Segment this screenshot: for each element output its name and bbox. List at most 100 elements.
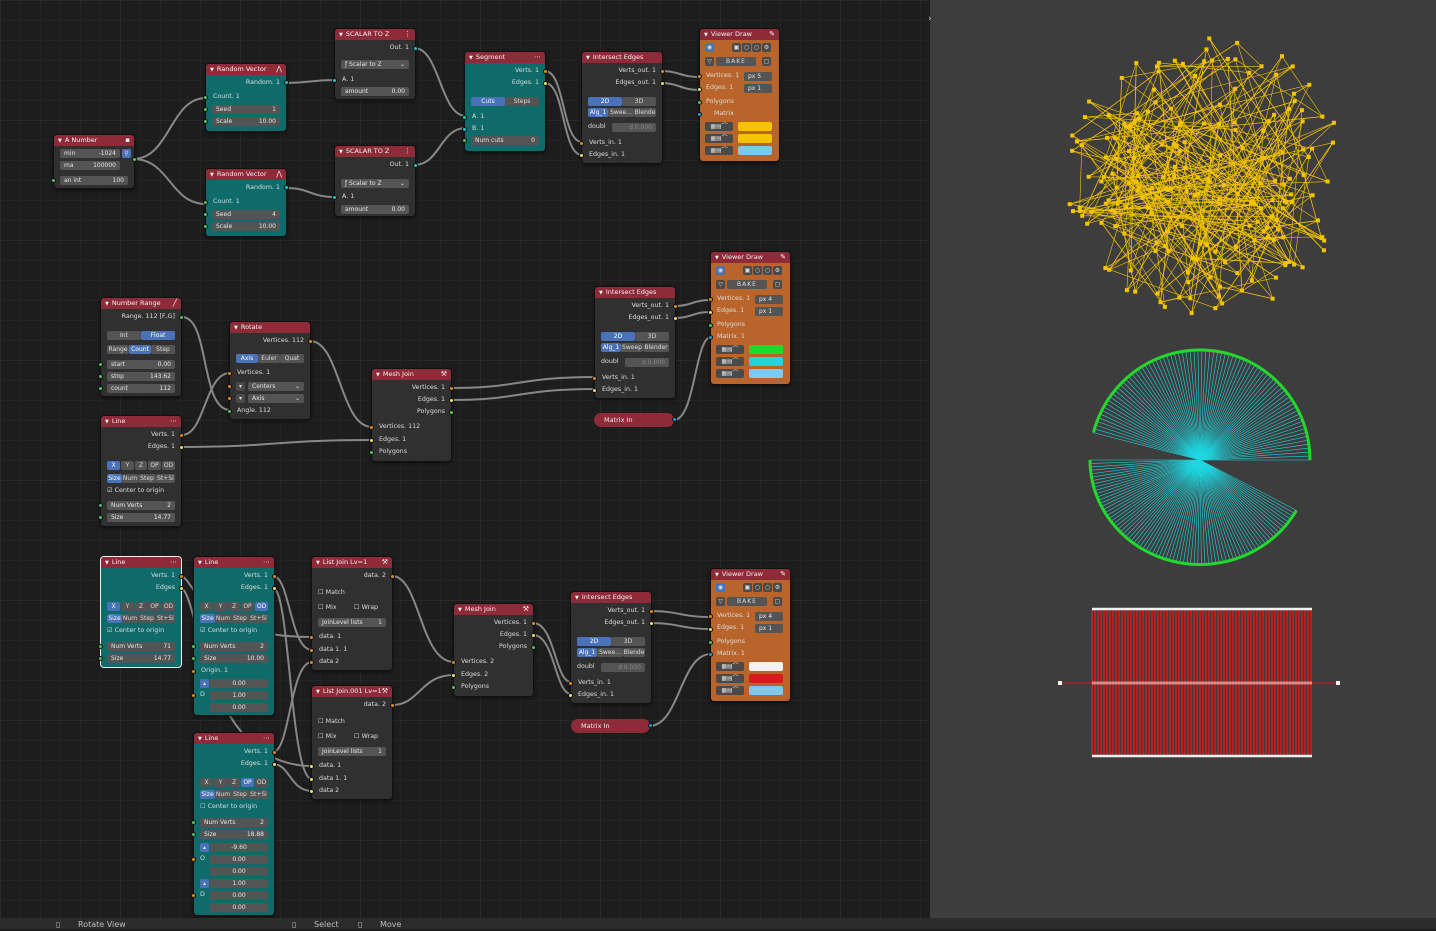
input-socket[interactable] [191,832,196,837]
eye-icon[interactable]: ◉ [716,583,725,592]
list-join-node[interactable]: ▼List Join.001 Lv=1⚒ data. 2 ☐ Match ☐ M… [312,686,392,799]
input-socket[interactable] [191,893,196,898]
size-toggle[interactable]: Size [200,614,215,623]
mode-2d-toggle[interactable]: 2D [588,97,622,106]
input-socket[interactable] [203,212,208,217]
direction-y-field[interactable]: 0.00 [210,703,268,712]
input-socket[interactable] [51,178,56,183]
input-socket[interactable] [697,87,702,92]
input-socket[interactable] [191,857,196,862]
rotate-node[interactable]: ▼Rotate Vertices. 112 Axis Euler Quat Ve… [230,322,310,419]
x-toggle[interactable]: X [107,602,120,611]
output-socket[interactable] [673,316,678,321]
y-toggle[interactable]: Y [121,602,134,611]
input-socket[interactable] [708,297,713,302]
menu-icon[interactable]: ▪ [125,135,130,146]
face-display-icons[interactable]: ▦▤⌒ [716,369,744,378]
line-node[interactable]: ▼Line⋯ Verts. 1 Edges X Y Z OP OD Size N… [101,557,181,667]
input-socket[interactable] [191,820,196,825]
vertex-display-icons[interactable]: ▦▤⌒ [716,345,744,354]
num-verts-field[interactable]: Num Verts2 [107,501,175,510]
axis-toggle[interactable]: Axis [236,354,258,363]
input-socket[interactable] [191,693,196,698]
output-socket[interactable] [531,621,536,626]
y-toggle[interactable]: Y [214,778,227,787]
input-socket[interactable] [227,409,232,414]
sweep-toggle[interactable]: Swee... [597,648,623,657]
output-socket[interactable] [413,46,418,51]
intersect-edges-node[interactable]: ▼Intersect Edges Verts_out. 1 Edges_out.… [582,52,662,163]
node-editor[interactable]: ▼A Number▪ min-1024 ⚲ ma100000 an int100… [0,0,928,918]
face-display-icons[interactable]: ▦▤⌒ [716,686,744,695]
centers-select[interactable]: Centers⌄ [248,382,304,391]
menu-icon[interactable]: ⋮ [404,146,411,157]
input-socket[interactable] [309,777,314,782]
menu-icon[interactable]: ⋯ [263,733,270,744]
input-socket[interactable] [203,200,208,205]
vertex-color-swatch[interactable] [738,122,772,131]
size-field[interactable]: Size14.77 [107,654,175,663]
face-color-swatch[interactable] [738,146,772,155]
quat-toggle[interactable]: Quat [280,354,304,363]
wrap-checkbox[interactable]: ☐ Wrap [354,603,378,613]
match-checkbox[interactable]: ☐ Match [318,588,345,598]
edge-display-icons[interactable]: ▦▤⌒ [716,357,744,366]
tool-icon[interactable]: ⚒ [382,686,388,697]
op-toggle[interactable]: OP [241,602,254,611]
chevron-icon[interactable]: ▾ [236,382,245,391]
stsi-toggle[interactable]: St+Si [249,790,268,799]
sphere-icon[interactable]: ○ [753,266,762,275]
input-socket[interactable] [332,78,337,83]
output-socket[interactable] [272,762,277,767]
node-header[interactable]: ▼Intersect Edges [595,287,675,298]
min-field[interactable]: min-1024 [60,149,120,158]
scalar-to-z-node[interactable]: ▼SCALAR TO Z⋮ Out. 1 ƒ Scalar to Z⌄ A. 1… [335,146,415,216]
filter-icon[interactable]: ▽ [716,280,725,289]
chevron-right-icon[interactable]: › [928,14,936,24]
z-toggle[interactable]: Z [228,778,240,787]
output-socket[interactable] [179,315,184,320]
input-socket[interactable] [708,310,713,315]
number-range-node[interactable]: ▼Number Range╱ Range. 112 [F,G] Int Floa… [101,298,181,396]
int-toggle[interactable]: Int [107,331,141,340]
input-socket[interactable] [369,425,374,430]
output-socket[interactable] [179,574,184,579]
collapse-icon[interactable]: ▴ [200,843,209,852]
origin-z-field[interactable]: 0.00 [210,867,268,876]
num-toggle[interactable]: Num [215,614,231,623]
output-socket[interactable] [308,339,313,344]
int-field[interactable]: an int100 [60,176,128,185]
output-socket[interactable] [179,445,184,450]
od-toggle[interactable]: OD [162,461,175,470]
filter-icon[interactable]: ▽ [716,597,725,606]
input-socket[interactable] [309,660,314,665]
output-socket[interactable] [272,586,277,591]
direction-x-field[interactable]: 1.00 [210,879,268,888]
input-socket[interactable] [98,515,103,520]
output-socket[interactable] [531,633,536,638]
output-socket[interactable] [272,750,277,755]
input-socket[interactable] [697,74,702,79]
node-header[interactable]: ▼Segment⋯ [465,52,545,63]
range-toggle[interactable]: Range [107,345,129,354]
size-field[interactable]: Size14.77 [107,513,175,522]
output-socket[interactable] [649,609,654,614]
eye-icon[interactable]: ◉ [705,43,714,52]
node-header[interactable]: ▼Intersect Edges [571,592,651,603]
edge-color-swatch[interactable] [749,357,783,366]
mode-2d-toggle[interactable]: 2D [601,332,635,341]
input-socket[interactable] [708,323,713,328]
seed-field[interactable]: Seed1 [212,105,280,114]
sphere-icon[interactable]: ○ [753,583,762,592]
sphere-icon[interactable]: ○ [763,583,772,592]
frame-icon[interactable]: ▢ [762,57,771,66]
node-header[interactable]: ▼Mesh Join⚒ [372,369,451,380]
sphere-icon[interactable]: ○ [742,43,751,52]
input-socket[interactable] [592,376,597,381]
list-join-node[interactable]: ▼List Join Lv=1⚒ data. 2 ☐ Match ☐ Mix ☐… [312,557,392,670]
num-cuts-field[interactable]: Num cuts0 [471,136,539,145]
matrix-in-node[interactable]: Matrix In [571,719,650,733]
node-header[interactable]: ▼Number Range╱ [101,298,181,309]
count-toggle[interactable]: Count [129,345,151,354]
y-toggle[interactable]: Y [121,461,134,470]
